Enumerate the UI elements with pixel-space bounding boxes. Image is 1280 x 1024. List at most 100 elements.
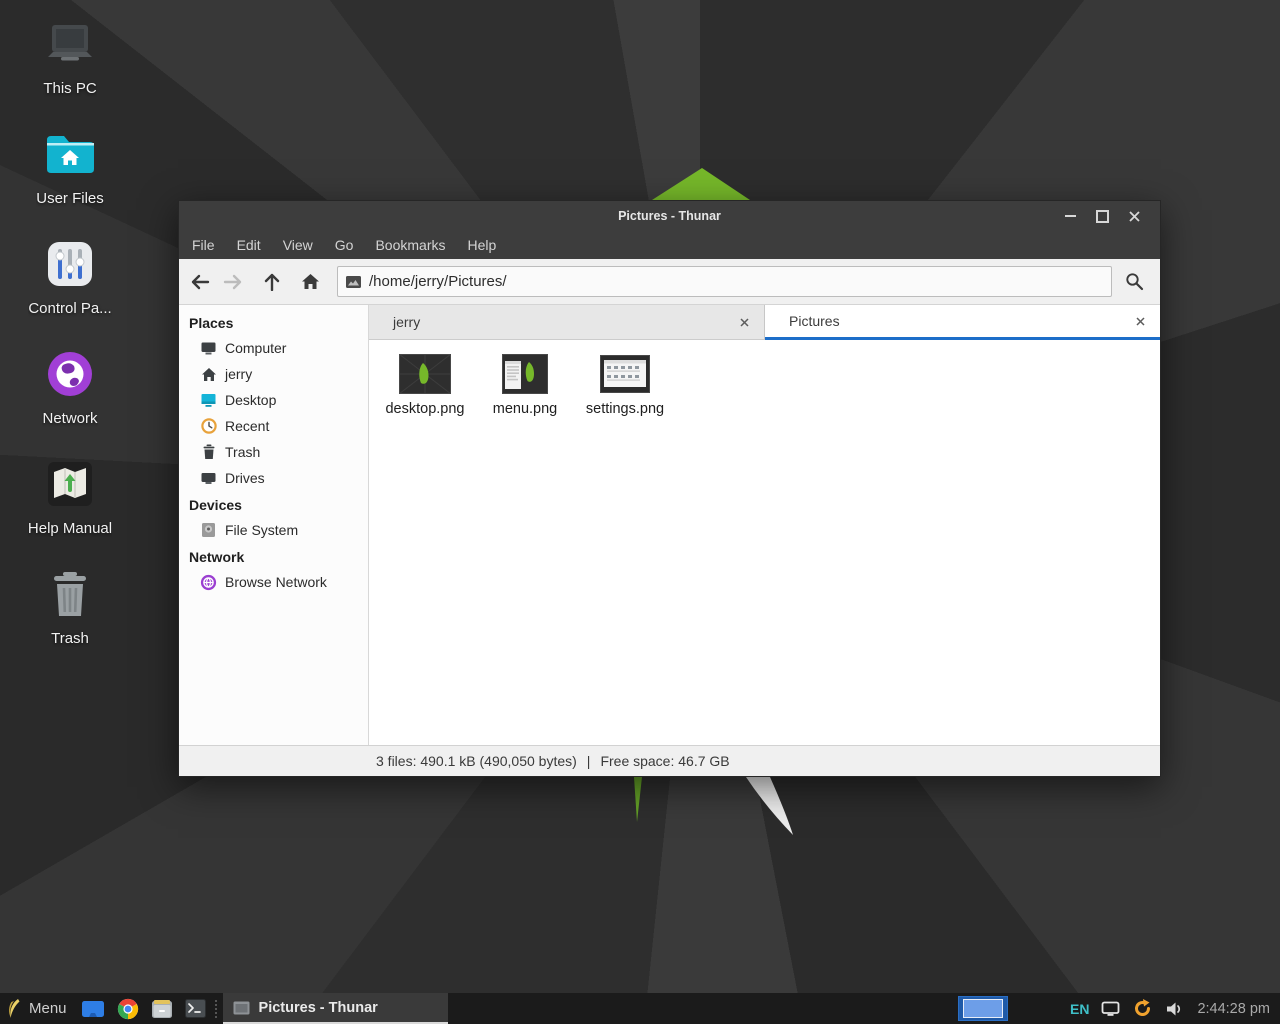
filesystem-icon <box>200 522 217 539</box>
menu-button[interactable]: Menu <box>0 993 75 1024</box>
desktop-icon-user-files[interactable]: User Files <box>12 124 128 234</box>
home-folder-icon <box>45 124 95 184</box>
desktop-icon-help-manual[interactable]: Help Manual <box>12 454 128 564</box>
file-item-settings-png[interactable]: settings.png <box>575 352 675 417</box>
tab-label: Pictures <box>789 313 840 329</box>
maximize-button[interactable] <box>1086 201 1118 231</box>
tab-label: jerry <box>393 314 420 330</box>
window-body: Places Computer jerry Desktop Recent <box>179 305 1160 745</box>
desktop-icon-label: Help Manual <box>28 520 112 537</box>
search-button[interactable] <box>1114 265 1154 299</box>
sidebar-item-desktop[interactable]: Desktop <box>179 387 368 413</box>
close-button[interactable] <box>1118 201 1150 231</box>
drives-icon <box>200 470 217 487</box>
browser-launcher[interactable] <box>111 993 145 1024</box>
update-manager-tray-item[interactable] <box>1126 993 1159 1024</box>
desktop-icon-trash[interactable]: Trash <box>12 564 128 674</box>
menu-file[interactable]: File <box>181 231 226 259</box>
menu-edit[interactable]: Edit <box>226 231 272 259</box>
desktop-icon-label: Network <box>42 410 97 427</box>
help-manual-icon <box>46 454 94 514</box>
desktop-icon-label: This PC <box>43 80 96 97</box>
minimize-button[interactable] <box>1054 201 1086 231</box>
tab-bar: jerry Pictures <box>369 305 1160 340</box>
pc-icon <box>44 14 96 74</box>
volume-tray-item[interactable] <box>1159 993 1191 1024</box>
sidebar-item-browse-network[interactable]: Browse Network <box>179 569 368 595</box>
language-label: EN <box>1070 1001 1089 1017</box>
chrome-icon <box>117 998 139 1020</box>
close-icon <box>1129 211 1140 222</box>
wallpaper-white-blade <box>738 777 800 839</box>
desktop-icon-control-panel[interactable]: Control Pa... <box>12 234 128 344</box>
side-pane: Places Computer jerry Desktop Recent <box>179 305 369 745</box>
menu-view[interactable]: View <box>272 231 324 259</box>
file-item-desktop-png[interactable]: desktop.png <box>375 352 475 417</box>
window-title: Pictures - Thunar <box>179 209 1160 223</box>
file-item-menu-png[interactable]: menu.png <box>475 352 575 417</box>
desktop-icon-label: Trash <box>51 630 89 647</box>
maximize-icon <box>1096 210 1109 223</box>
taskbar-left: Menu Pictures - Thunar <box>0 993 448 1024</box>
file-cabinet-icon <box>151 999 173 1019</box>
computer-icon <box>200 340 217 357</box>
status-bar: 3 files: 490.1 kB (490,050 bytes) | Free… <box>179 745 1160 776</box>
display-tray-item[interactable] <box>1095 993 1126 1024</box>
menu-bookmarks[interactable]: Bookmarks <box>364 231 456 259</box>
window-titlebar[interactable]: Pictures - Thunar <box>179 201 1160 231</box>
sidebar-item-label: Desktop <box>225 392 276 408</box>
minimize-icon <box>1065 215 1076 217</box>
tab-close-button[interactable] <box>1130 311 1150 331</box>
thunar-task-icon <box>233 1001 250 1015</box>
sidebar-item-label: Browse Network <box>225 574 327 590</box>
back-button[interactable] <box>183 265 216 299</box>
show-desktop-button[interactable] <box>75 993 111 1024</box>
file-view[interactable]: desktop.png menu.png settings.png <box>369 340 1160 745</box>
file-manager-launcher[interactable] <box>145 993 179 1024</box>
search-icon <box>1125 272 1144 291</box>
up-button[interactable] <box>255 265 288 299</box>
status-free-space: Free space: 46.7 GB <box>600 753 729 769</box>
sidebar-item-file-system[interactable]: File System <box>179 517 368 543</box>
terminal-launcher[interactable] <box>179 993 212 1024</box>
sidebar-item-label: jerry <box>225 366 252 382</box>
home-button[interactable] <box>294 265 327 299</box>
tab-pictures[interactable]: Pictures <box>765 305 1160 340</box>
taskbar-task-thunar[interactable]: Pictures - Thunar <box>223 993 448 1024</box>
terminal-icon <box>185 999 206 1018</box>
sidebar-section-network: Network <box>179 543 368 569</box>
desktop-icon-column: This PC User Files Control Pa... Network… <box>12 14 128 674</box>
toolbar: /home/jerry/Pictures/ <box>179 259 1160 305</box>
sidebar-item-label: Computer <box>225 340 286 356</box>
wallpaper-green-triangle <box>648 166 750 200</box>
menu-help[interactable]: Help <box>457 231 508 259</box>
tab-jerry[interactable]: jerry <box>369 305 765 340</box>
taskbar-right: EN 2:44:28 pm <box>958 993 1280 1024</box>
main-pane: jerry Pictures <box>369 305 1160 745</box>
tab-close-button[interactable] <box>734 312 754 332</box>
desktop-icon-this-pc[interactable]: This PC <box>12 14 128 124</box>
sidebar-item-trash[interactable]: Trash <box>179 439 368 465</box>
home-icon <box>301 273 320 290</box>
menu-go[interactable]: Go <box>324 231 365 259</box>
window-controls <box>1054 201 1160 231</box>
speaker-icon <box>1165 1000 1185 1018</box>
sidebar-item-computer[interactable]: Computer <box>179 335 368 361</box>
keyboard-layout-indicator[interactable]: EN <box>1064 993 1095 1024</box>
panel-separator[interactable] <box>212 993 221 1024</box>
desktop-icon-label: Control Pa... <box>28 300 111 317</box>
sidebar-item-recent[interactable]: Recent <box>179 413 368 439</box>
trash-can-icon <box>48 564 92 624</box>
sidebar-item-drives[interactable]: Drives <box>179 465 368 491</box>
path-bar[interactable]: /home/jerry/Pictures/ <box>337 266 1112 297</box>
menu-button-label: Menu <box>29 1000 67 1017</box>
desktop-wallpaper: This PC User Files Control Pa... Network… <box>0 0 1280 1024</box>
forward-button[interactable] <box>216 265 249 299</box>
desktop-icon <box>200 392 217 409</box>
home-icon <box>200 366 217 383</box>
control-panel-icon <box>46 234 94 294</box>
sidebar-item-jerry[interactable]: jerry <box>179 361 368 387</box>
desktop-icon-network[interactable]: Network <box>12 344 128 454</box>
clock[interactable]: 2:44:28 pm <box>1191 1001 1280 1017</box>
workspace-switcher[interactable] <box>958 996 1008 1021</box>
